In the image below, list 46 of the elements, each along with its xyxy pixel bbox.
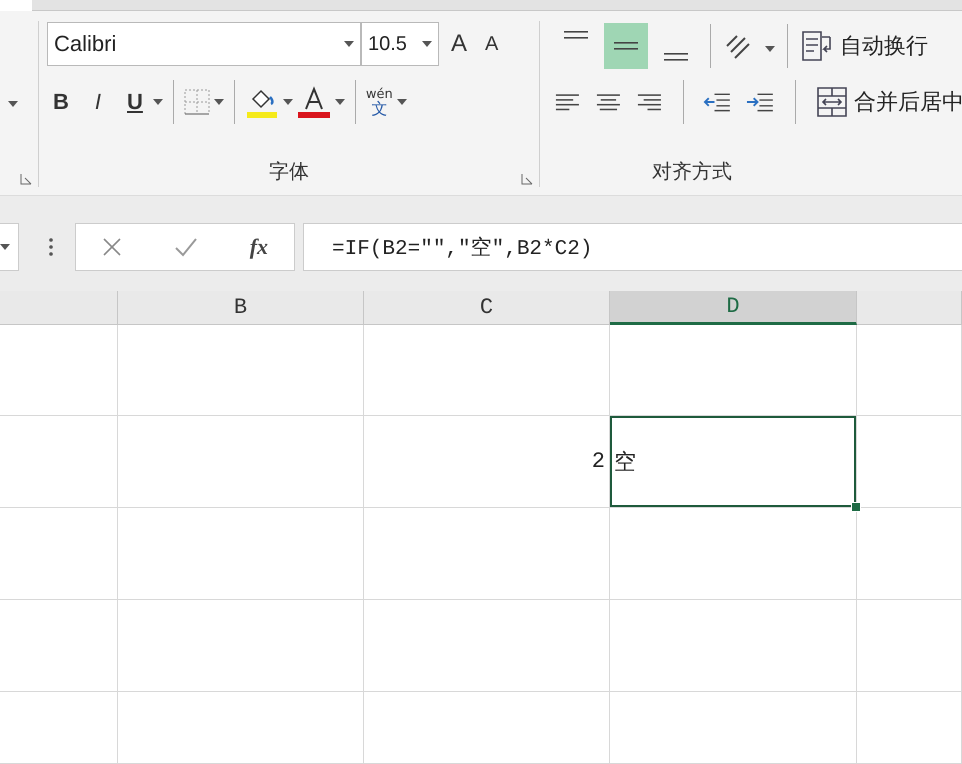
group-label: 对齐方式	[652, 158, 732, 185]
column-header[interactable]: D	[610, 291, 857, 325]
caret-icon[interactable]	[8, 101, 18, 107]
grow-font-button[interactable]: A	[445, 26, 474, 62]
table-cell: 空	[610, 416, 857, 508]
caret-icon[interactable]	[396, 99, 407, 105]
group-label: 字体	[269, 158, 309, 185]
caret-icon[interactable]	[765, 46, 775, 52]
caret-icon[interactable]	[344, 41, 354, 47]
cancel-icon[interactable]	[102, 236, 122, 256]
phonetic-guide-button[interactable]: wén 文	[366, 88, 393, 116]
caret-icon[interactable]	[152, 99, 163, 105]
more-options-icon[interactable]	[49, 236, 53, 256]
formula-input-field[interactable]: =IF(B2="","空",B2*C2)	[303, 222, 962, 270]
wrap-text-button[interactable]: 自动换行	[840, 31, 928, 61]
caret-icon[interactable]	[334, 99, 345, 105]
caret-icon[interactable]	[282, 99, 293, 105]
fill-handle[interactable]	[851, 502, 861, 512]
caret-icon[interactable]	[214, 99, 224, 105]
confirm-icon[interactable]	[174, 236, 198, 256]
borders-icon[interactable]	[184, 89, 210, 115]
column-header[interactable]: B	[118, 291, 364, 325]
font-color-icon[interactable]	[296, 85, 331, 119]
merge-center-button[interactable]: 合并后居中	[854, 87, 962, 117]
dialog-launcher-icon[interactable]	[20, 173, 32, 185]
font-name-dropdown[interactable]: Calibri	[47, 22, 361, 66]
column-header[interactable]: C	[364, 291, 610, 325]
caret-icon[interactable]	[0, 244, 10, 250]
name-box[interactable]	[0, 222, 19, 270]
align-lines-icon	[662, 51, 690, 63]
caret-icon[interactable]	[422, 41, 432, 47]
increase-indent-icon[interactable]	[746, 91, 776, 113]
align-lines-icon	[612, 40, 640, 52]
underline-button[interactable]: U	[121, 85, 149, 119]
wrap-text-icon[interactable]	[800, 29, 834, 63]
align-lines-icon	[562, 29, 590, 41]
table-cell: 2	[364, 416, 610, 508]
vertical-align-button[interactable]	[604, 23, 648, 69]
decrease-indent-icon[interactable]	[703, 91, 732, 113]
font-size-dropdown[interactable]: 10.5	[361, 22, 439, 66]
insert-function-button[interactable]: fx	[250, 234, 268, 260]
italic-button[interactable]: I	[88, 85, 108, 119]
bold-button[interactable]: B	[47, 85, 75, 119]
merge-cells-icon[interactable]	[816, 86, 848, 118]
dialog-launcher-icon[interactable]	[521, 173, 533, 185]
shrink-font-button[interactable]: A	[479, 28, 504, 60]
